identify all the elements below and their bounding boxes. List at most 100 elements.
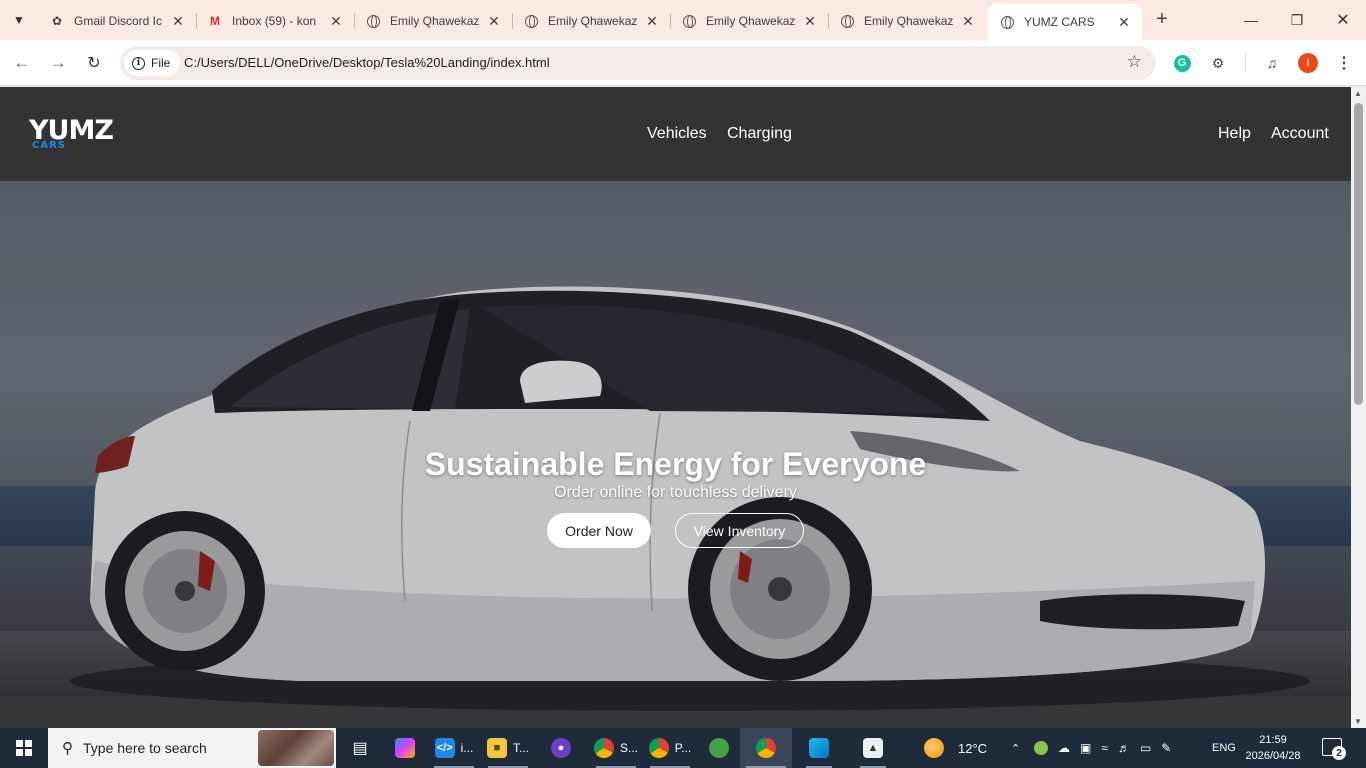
frog-app[interactable] xyxy=(702,728,736,768)
order-now-button[interactable]: Order Now xyxy=(547,513,651,548)
close-tab-icon[interactable]: ✕ xyxy=(802,13,818,29)
windows-taskbar: ⚲ Type here to search ▤ </> i... ■ T... … xyxy=(0,728,1366,768)
globe-icon xyxy=(840,14,854,28)
browser-tab-strip: ▼ ✿ Gmail Discord Ic ✕ M Inbox (59) - ko… xyxy=(0,0,1366,40)
hero-title: Sustainable Energy for Everyone xyxy=(424,446,927,482)
globe-icon xyxy=(524,14,538,28)
new-tab-button[interactable]: + xyxy=(1150,8,1174,32)
tab-search-button[interactable]: ▼ xyxy=(6,7,32,33)
browser-tab-active[interactable]: YUMZ CARS ✕ xyxy=(988,4,1142,40)
close-tab-icon[interactable]: ✕ xyxy=(644,13,660,29)
scroll-up-arrow-icon[interactable]: ▲ xyxy=(1354,89,1362,98)
site-info-chip[interactable]: i File xyxy=(124,50,181,76)
browser-tab[interactable]: M Inbox (59) - kon ✕ xyxy=(196,6,355,36)
chrome-active-window[interactable] xyxy=(740,728,792,768)
close-tab-icon[interactable]: ✕ xyxy=(960,13,976,29)
nav-link-vehicles[interactable]: Vehicles xyxy=(647,125,707,143)
github-icon: ● xyxy=(551,738,571,758)
address-bar[interactable]: i File C:/Users/DELL/OneDrive/Desktop/Te… xyxy=(120,46,1156,80)
view-inventory-button[interactable]: View Inventory xyxy=(675,513,804,548)
chevron-up-icon: ⌃ xyxy=(1011,742,1021,755)
minimize-button[interactable]: — xyxy=(1228,0,1274,40)
back-button[interactable]: ← xyxy=(10,51,34,75)
nav-link-charging[interactable]: Charging xyxy=(727,125,792,143)
weather-widget[interactable]: 12°C xyxy=(924,728,987,768)
tray-app-icon[interactable] xyxy=(1034,741,1048,755)
taskbar-search-box[interactable]: ⚲ Type here to search xyxy=(48,728,336,768)
browser-tab[interactable]: Emily Qhawekaz ✕ xyxy=(828,6,986,36)
info-icon: i xyxy=(132,56,145,70)
file-explorer-app[interactable]: ■ T... xyxy=(482,728,534,768)
chrome-icon xyxy=(648,738,669,758)
frog-icon xyxy=(709,738,729,758)
chrome-icon xyxy=(756,738,776,758)
bookmark-star-icon[interactable]: ☆ xyxy=(1127,52,1142,72)
task-view-icon: ▤ xyxy=(352,740,368,757)
menu-kebab-icon[interactable]: ⋮ xyxy=(1333,52,1355,74)
start-button[interactable] xyxy=(0,728,48,768)
close-tab-icon[interactable]: ✕ xyxy=(170,13,186,29)
task-view-button[interactable]: ▤ xyxy=(344,728,376,768)
hero-subtitle: Order online for touchless delivery xyxy=(554,484,797,501)
close-tab-icon[interactable]: ✕ xyxy=(1116,14,1132,30)
chrome-icon xyxy=(593,738,614,758)
scroll-thumb[interactable] xyxy=(1354,103,1363,405)
browser-tab[interactable]: ✿ Gmail Discord Ic ✕ xyxy=(38,6,197,36)
nav-link-help[interactable]: Help xyxy=(1218,125,1251,143)
grammarly-icon[interactable]: G xyxy=(1171,52,1193,74)
browser-tab[interactable]: Emily Qhawekaz ✕ xyxy=(670,6,829,36)
language-indicator[interactable]: ENG xyxy=(1212,728,1236,768)
gmail-icon: M xyxy=(210,14,220,28)
restore-button[interactable]: ❐ xyxy=(1274,0,1320,40)
reload-button[interactable]: ↻ xyxy=(82,51,106,75)
copilot-icon xyxy=(395,738,415,758)
close-tab-icon[interactable]: ✕ xyxy=(486,13,502,29)
volume-icon[interactable]: ♬ xyxy=(1118,741,1130,755)
photos-icon xyxy=(809,738,829,758)
chrome-window-2[interactable]: P... xyxy=(644,728,696,768)
forward-button[interactable]: → xyxy=(46,51,70,75)
globe-icon xyxy=(682,14,696,28)
folder-icon: ■ xyxy=(486,738,507,758)
notification-count-badge: 2 xyxy=(1332,746,1346,760)
cube-app[interactable]: ▲ xyxy=(854,728,892,768)
weather-icon xyxy=(924,738,944,758)
vscode-app[interactable]: </> i... xyxy=(428,728,480,768)
wifi-icon[interactable]: ≈ xyxy=(1101,741,1108,755)
cloud-icon[interactable]: ☁ xyxy=(1058,741,1070,755)
site-logo[interactable]: YUMZ CARS xyxy=(29,117,114,151)
url-text[interactable]: C:/Users/DELL/OneDrive/Desktop/Tesla%20L… xyxy=(184,55,550,70)
browser-tab[interactable]: Emily Qhawekaz ✕ xyxy=(354,6,513,36)
camera-icon[interactable]: ▣ xyxy=(1080,741,1091,755)
search-icon: ⚲ xyxy=(62,740,73,757)
chrome-window-1[interactable]: S... xyxy=(590,728,642,768)
extensions-puzzle-icon[interactable]: ⚙ xyxy=(1207,52,1229,74)
site-header: YUMZ CARS Vehicles Charging Help Account xyxy=(0,87,1351,181)
media-control-icon[interactable]: ♫ xyxy=(1261,52,1283,74)
show-hidden-icons-button[interactable]: ⌃ xyxy=(1011,728,1020,768)
cube-icon: ▲ xyxy=(863,738,883,758)
vscode-icon: </> xyxy=(434,738,455,758)
hero-section: Sustainable Energy for Everyone Order on… xyxy=(0,181,1351,728)
copilot-app[interactable] xyxy=(390,728,420,768)
profile-avatar[interactable]: I xyxy=(1297,52,1319,74)
browser-tab[interactable]: Emily Qhawekaz ✕ xyxy=(512,6,671,36)
chatgpt-icon: ✿ xyxy=(51,14,63,28)
close-window-button[interactable]: ✕ xyxy=(1320,0,1366,40)
hero-content: Sustainable Energy for Everyone Order on… xyxy=(0,445,1351,502)
battery-icon[interactable]: ▭ xyxy=(1140,741,1151,755)
photos-app[interactable] xyxy=(800,728,838,768)
close-tab-icon[interactable]: ✕ xyxy=(328,13,344,29)
taskbar-clock[interactable]: 21:59 2026/04/28 xyxy=(1238,732,1308,764)
tray-icons: ☁ ▣ ≈ ♬ ▭ ✎ xyxy=(1034,728,1171,768)
page-viewport: YUMZ CARS Vehicles Charging Help Account xyxy=(0,87,1351,728)
page-scrollbar[interactable]: ▲ ▼ xyxy=(1351,87,1366,728)
nav-link-account[interactable]: Account xyxy=(1271,125,1329,143)
pen-icon[interactable]: ✎ xyxy=(1161,741,1171,755)
chevron-down-icon: ▼ xyxy=(13,13,25,27)
browser-toolbar: ← → ↻ i File C:/Users/DELL/OneDrive/Desk… xyxy=(0,40,1366,86)
github-desktop-app[interactable]: ● xyxy=(544,728,578,768)
scroll-down-arrow-icon[interactable]: ▼ xyxy=(1354,717,1362,726)
hero-buttons: Order Now View Inventory xyxy=(547,513,807,549)
globe-icon xyxy=(1000,15,1014,29)
